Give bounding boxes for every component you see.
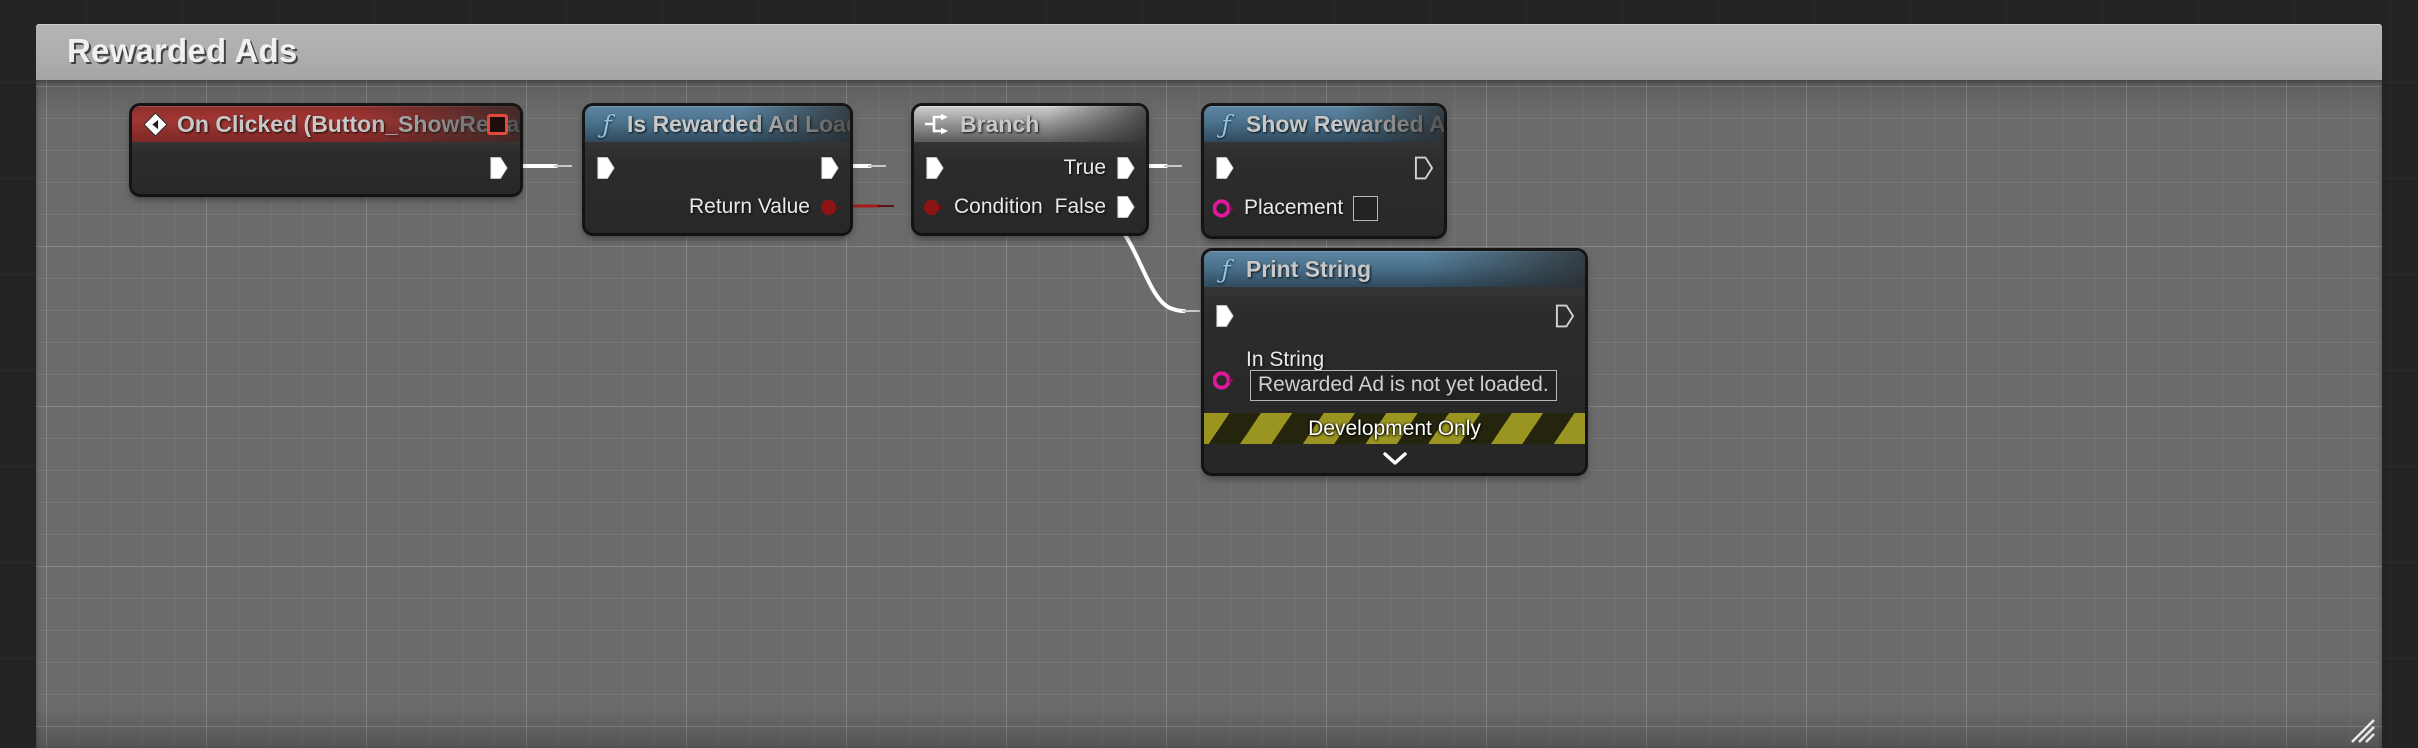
- pin-row-placement[interactable]: Placement: [1213, 193, 1379, 223]
- pin-label-true: True: [1063, 156, 1106, 179]
- pin-label-false: False: [1054, 195, 1106, 218]
- exec-in-pin-icon[interactable]: [925, 156, 944, 180]
- node-title-show-rewarded-ad: Show Rewarded Ad: [1246, 110, 1444, 137]
- node-show-rewarded-ad[interactable]: ƒ Show Rewarded Ad Placement: [1204, 106, 1444, 236]
- exec-out-pin-icon[interactable]: [489, 156, 508, 180]
- graph-canvas[interactable]: On Clicked (Button_ShowRewardedAd) ƒ: [36, 80, 2382, 748]
- node-header-print-string: ƒ Print String: [1204, 251, 1585, 287]
- pin-label-condition: Condition: [954, 195, 1043, 218]
- pin-row-in-string[interactable]: [1213, 365, 1234, 395]
- exec-in-pin-icon[interactable]: [1215, 156, 1234, 180]
- pin-row-exec-in-showad[interactable]: [1215, 153, 1234, 183]
- panel-title-bar: Rewarded Ads: [36, 24, 2382, 80]
- node-body-show-rewarded-ad: Placement: [1204, 142, 1444, 236]
- node-header-branch: Branch: [914, 106, 1146, 142]
- header-fade: [1048, 106, 1146, 142]
- boolean-out-pin-icon[interactable]: [820, 197, 841, 218]
- pin-label-return-value: Return Value: [688, 195, 810, 218]
- pin-row-exec-out-showad[interactable]: [1414, 153, 1433, 183]
- screen-root: Rewarded Ads On Clicked (Button_ShowRewa…: [0, 0, 2418, 748]
- node-header-is-rewarded-ad-loaded: ƒ Is Rewarded Ad Loaded: [585, 106, 850, 142]
- node-header-on-clicked: On Clicked (Button_ShowRewardedAd): [132, 106, 520, 142]
- pin-row-exec-out-printstring[interactable]: [1555, 301, 1574, 331]
- exec-out-false-pin-icon[interactable]: [1116, 195, 1135, 219]
- pin-row-exec-in-branch[interactable]: [925, 153, 944, 183]
- pin-label-in-string: In String: [1246, 348, 1325, 371]
- node-body-print-string: In String Rewarded Ad is not yet loaded.: [1204, 287, 1585, 413]
- pin-label-placement: Placement: [1244, 196, 1344, 219]
- pin-row-exec-out-true[interactable]: True: [1064, 153, 1135, 183]
- branch-icon: [925, 113, 948, 135]
- chevron-down-icon[interactable]: [1382, 451, 1408, 466]
- string-in-pin-icon[interactable]: [1213, 370, 1234, 391]
- pin-row-condition[interactable]: Condition: [923, 192, 1043, 222]
- in-string-value-field[interactable]: Rewarded Ad is not yet loaded.: [1250, 369, 1557, 401]
- pin-row-exec-out-false[interactable]: False: [1055, 192, 1135, 222]
- pin-row-exec-out-onclicked[interactable]: [489, 153, 508, 183]
- development-only-banner: Development Only: [1204, 413, 1585, 444]
- header-fade: [1424, 251, 1585, 287]
- node-header-show-rewarded-ad: ƒ Show Rewarded Ad: [1204, 106, 1444, 142]
- exec-in-pin-icon[interactable]: [1215, 304, 1234, 328]
- boolean-in-pin-icon[interactable]: [923, 197, 944, 218]
- exec-out-pin-icon[interactable]: [1555, 304, 1574, 328]
- function-f-icon: ƒ: [602, 109, 612, 139]
- blueprint-graph-panel: Rewarded Ads On Clicked (Button_ShowRewa…: [36, 24, 2382, 748]
- function-f-icon: ƒ: [1221, 254, 1231, 284]
- node-on-clicked[interactable]: On Clicked (Button_ShowRewardedAd): [132, 106, 520, 194]
- function-f-icon: ƒ: [1221, 109, 1231, 139]
- event-breakpoint-button[interactable]: [487, 114, 508, 135]
- node-body-branch: True Condition False: [914, 142, 1146, 233]
- node-print-string[interactable]: ƒ Print String In String Rewarded Ad is …: [1204, 251, 1585, 473]
- exec-out-true-pin-icon[interactable]: [1116, 156, 1135, 180]
- pin-row-in-string-value[interactable]: Rewarded Ad is not yet loaded.: [1250, 369, 1557, 401]
- exec-out-pin-icon[interactable]: [1414, 156, 1433, 180]
- node-title-on-clicked: On Clicked (Button_ShowRewardedAd): [177, 110, 520, 137]
- string-in-pin-icon[interactable]: [1213, 198, 1234, 219]
- page-title: Rewarded Ads: [67, 32, 298, 69]
- exec-out-pin-icon[interactable]: [820, 156, 839, 180]
- node-title-print-string: Print String: [1246, 255, 1372, 282]
- placement-value-field[interactable]: [1353, 195, 1379, 221]
- event-diamond-icon: [143, 111, 168, 137]
- node-is-rewarded-ad-loaded[interactable]: ƒ Is Rewarded Ad Loaded: [585, 106, 850, 233]
- resize-grip[interactable]: [2349, 717, 2375, 743]
- node-collapse-row[interactable]: [1204, 444, 1585, 473]
- node-title-is-rewarded-ad-loaded: Is Rewarded Ad Loaded: [627, 110, 850, 137]
- exec-in-pin-icon[interactable]: [596, 156, 615, 180]
- node-body-on-clicked: [132, 142, 520, 194]
- pin-row-return-value[interactable]: Return Value: [689, 192, 841, 222]
- pin-row-exec-in-printstring[interactable]: [1215, 301, 1234, 331]
- node-body-is-rewarded-ad-loaded: Return Value: [585, 142, 850, 233]
- pin-row-exec-in-isloaded[interactable]: [596, 153, 615, 183]
- node-title-branch: Branch: [960, 110, 1040, 137]
- node-branch[interactable]: Branch True Condition False: [914, 106, 1146, 233]
- pin-row-exec-out-isloaded[interactable]: [820, 153, 839, 183]
- development-only-label: Development Only: [1308, 416, 1481, 440]
